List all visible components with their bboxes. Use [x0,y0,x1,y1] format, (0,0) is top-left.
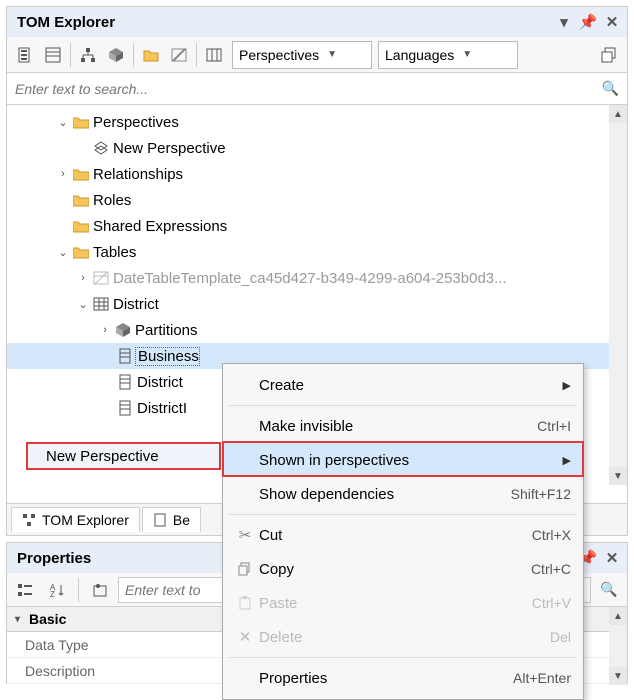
partition-icon [113,322,133,338]
cut-icon: ✂ [231,526,259,544]
document-icon [153,513,167,527]
tab-label: Be [173,512,190,528]
expand-icon[interactable]: › [97,324,113,336]
group-label: Basic [29,611,66,627]
folder-icon [71,219,91,233]
submenu-caption-label: New Perspective [46,448,159,465]
scroll-down-icon[interactable]: ▼ [609,467,627,485]
menu-paste: Paste Ctrl+V [223,586,583,620]
perspectives-dropdown-label: Perspectives [239,47,319,63]
collapse-icon[interactable]: ▾ [15,614,29,625]
close-icon[interactable]: ✕ [603,549,621,567]
hidden-icon[interactable] [165,41,193,69]
menu-make-invisible[interactable]: Make invisible Ctrl+I [223,409,583,443]
restore-windows-icon[interactable] [595,41,623,69]
collapse-icon[interactable]: ⌄ [55,246,71,259]
menu-show-dependencies[interactable]: Show dependencies Shift+F12 [223,477,583,511]
perspectives-dropdown[interactable]: Perspectives ▼ [232,41,372,69]
perspective-icon [91,140,111,156]
perspective-submenu-caption[interactable]: New Perspective [26,442,221,470]
search-input[interactable] [15,81,602,97]
alphabetical-icon[interactable]: AZ [43,576,71,604]
collapse-icon[interactable]: ⌄ [75,298,91,311]
menu-create[interactable]: Create ▶ [223,368,583,402]
collapse-icon[interactable]: ⌄ [55,116,71,129]
separator [133,43,134,67]
folder-icon [71,245,91,259]
pin-icon[interactable]: 📌 [579,13,597,31]
view-column-icon[interactable] [11,41,39,69]
folder-icon [71,193,91,207]
hidden-table-icon [91,270,111,286]
window-options-icon[interactable]: ▾ [555,13,573,31]
search-bar: 🔍 [7,73,627,105]
menu-copy[interactable]: Copy Ctrl+C [223,552,583,586]
hierarchy-icon[interactable] [74,41,102,69]
separator [70,43,71,67]
menu-separator [229,514,577,515]
tree-node-perspectives[interactable]: ⌄ Perspectives [7,109,627,135]
tree-node-date-template[interactable]: › DateTableTemplate_ca45d427-b349-4299-a… [7,265,627,291]
submenu-arrow-icon: ▶ [557,454,571,467]
tab-tom-explorer[interactable]: TOM Explorer [11,507,140,532]
menu-shown-in-perspectives[interactable]: Shown in perspectives ▶ [223,443,583,477]
tree-node-partitions[interactable]: › Partitions [7,317,627,343]
scroll-down-icon[interactable]: ▼ [609,667,627,685]
submenu-arrow-icon: ▶ [557,379,571,392]
scroll-up-icon[interactable]: ▲ [609,105,627,123]
folder-icon[interactable] [137,41,165,69]
separator [196,43,197,67]
menu-cut[interactable]: ✂ Cut Ctrl+X [223,518,583,552]
tree-node-tables[interactable]: ⌄ Tables [7,239,627,265]
view-table-icon[interactable] [39,41,67,69]
close-icon[interactable]: ✕ [603,13,621,31]
tree-node-new-perspective[interactable]: New Perspective [7,135,627,161]
tree-node-district[interactable]: ⌄ District [7,291,627,317]
search-icon[interactable]: 🔍 [595,576,623,604]
search-icon[interactable]: 🔍 [602,80,619,97]
tree-icon [22,513,36,527]
tree-node-relationships[interactable]: › Relationships [7,161,627,187]
chevron-down-icon: ▼ [462,49,472,60]
events-icon[interactable] [86,576,114,604]
table-icon [91,296,111,312]
tab-label: TOM Explorer [42,512,129,528]
categorized-icon[interactable] [11,576,39,604]
properties-title: Properties [17,550,91,567]
vertical-scrollbar[interactable]: ▲ ▼ [609,607,627,685]
expand-icon[interactable]: › [75,272,91,284]
copy-icon [231,562,259,576]
expand-icon[interactable]: › [55,168,71,180]
context-menu: Create ▶ Make invisible Ctrl+I Shown in … [222,363,584,700]
tom-explorer-title-bar: TOM Explorer ▾ 📌 ✕ [7,7,627,37]
folder-icon [71,115,91,129]
svg-text:Z: Z [50,590,55,598]
tree-node-roles[interactable]: Roles [7,187,627,213]
columns-layout-icon[interactable] [200,41,228,69]
column-icon [115,348,135,364]
menu-delete: ✕ Delete Del [223,620,583,654]
separator [78,578,79,602]
folder-icon [71,167,91,181]
toolbar: Perspectives ▼ Languages ▼ [7,37,627,73]
column-icon [115,400,135,416]
delete-icon: ✕ [231,628,259,646]
languages-dropdown-label: Languages [385,47,454,63]
scroll-track[interactable] [609,123,627,467]
menu-separator [229,657,577,658]
menu-properties[interactable]: Properties Alt+Enter [223,661,583,695]
scroll-up-icon[interactable]: ▲ [609,607,627,625]
menu-separator [229,405,577,406]
column-icon [115,374,135,390]
tom-explorer-title: TOM Explorer [17,14,115,31]
chevron-down-icon: ▼ [327,49,337,60]
tab-be[interactable]: Be [142,507,201,532]
paste-icon [231,596,259,610]
tree-node-shared-expressions[interactable]: Shared Expressions [7,213,627,239]
vertical-scrollbar[interactable]: ▲ ▼ [609,105,627,485]
languages-dropdown[interactable]: Languages ▼ [378,41,518,69]
cube-icon[interactable] [102,41,130,69]
